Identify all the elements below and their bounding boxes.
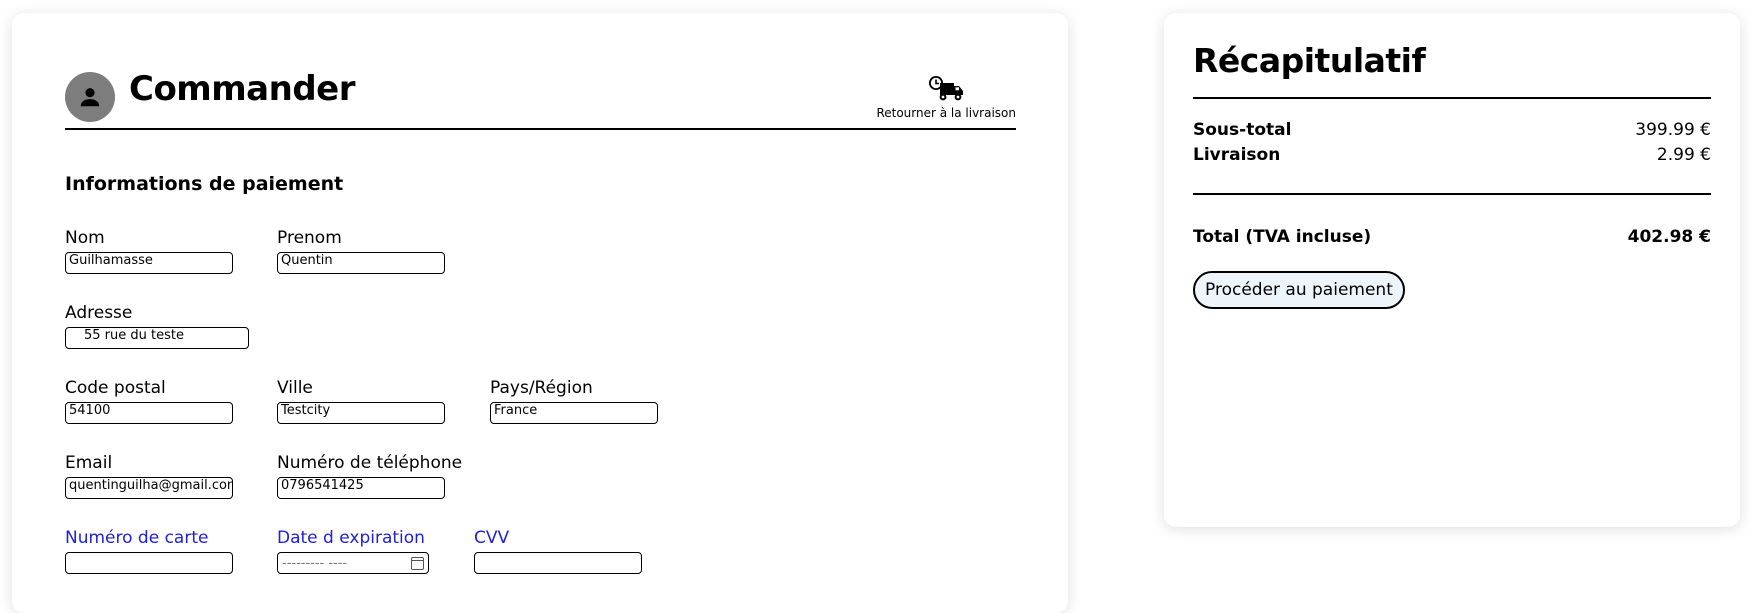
prenom-field: Prenom Quentin <box>277 228 445 274</box>
email-input[interactable]: quentinguilha@gmail.com <box>65 477 233 499</box>
carte-input[interactable] <box>65 552 233 574</box>
subtotal-value: 399.99 € <box>1635 120 1711 140</box>
ville-field: Ville Testcity <box>277 378 445 424</box>
pays-input[interactable]: France <box>490 402 658 424</box>
expiration-placeholder: --------- ---- <box>282 555 348 571</box>
total-row: Total (TVA incluse) 402.98 € <box>1193 227 1711 247</box>
summary-title: Récapitulatif <box>1193 41 1426 80</box>
expiration-input[interactable]: --------- ---- <box>277 552 429 574</box>
telephone-label: Numéro de téléphone <box>277 453 463 473</box>
carte-label: Numéro de carte <box>65 528 209 548</box>
code-postal-input[interactable]: 54100 <box>65 402 233 424</box>
carte-field: Numéro de carte <box>65 528 233 574</box>
total-label: Total (TVA incluse) <box>1193 227 1372 247</box>
pays-field: Pays/Région France <box>490 378 658 424</box>
subtotal-row: Sous-total 399.99 € <box>1193 120 1711 140</box>
adresse-field: Adresse 55 rue du teste <box>65 303 249 349</box>
summary-bottom-divider <box>1193 193 1711 195</box>
nom-input[interactable]: Guilhamasse <box>65 252 233 274</box>
back-to-delivery-link[interactable]: Retourner à la livraison <box>876 75 1016 120</box>
cvv-field: CVV <box>474 528 642 574</box>
proceed-to-payment-button[interactable]: Procéder au paiement <box>1193 271 1405 309</box>
avatar <box>65 72 115 122</box>
cvv-label: CVV <box>474 528 510 548</box>
page-title: Commander <box>129 69 355 109</box>
ville-label: Ville <box>277 378 313 398</box>
payment-section-title: Informations de paiement <box>65 173 344 195</box>
back-to-delivery-label: Retourner à la livraison <box>876 106 1016 120</box>
calendar-icon[interactable] <box>411 556 424 570</box>
prenom-label: Prenom <box>277 228 342 248</box>
nom-label: Nom <box>65 228 105 248</box>
code-postal-label: Code postal <box>65 378 166 398</box>
telephone-input[interactable]: 0796541425 <box>277 477 445 499</box>
pays-label: Pays/Région <box>490 378 593 398</box>
shipping-label: Livraison <box>1193 145 1281 165</box>
total-value: 402.98 € <box>1627 227 1711 247</box>
prenom-input[interactable]: Quentin <box>277 252 445 274</box>
subtotal-label: Sous-total <box>1193 120 1292 140</box>
nom-field: Nom Guilhamasse <box>65 228 233 274</box>
adresse-label: Adresse <box>65 303 133 323</box>
delivery-truck-clock-icon <box>929 76 964 101</box>
shipping-value: 2.99 € <box>1656 145 1711 165</box>
checkout-card: Commander Retourner à la livraison Infor… <box>12 13 1068 613</box>
expiration-field: Date d expiration --------- ---- <box>277 528 429 574</box>
code-postal-field: Code postal 54100 <box>65 378 233 424</box>
shipping-row: Livraison 2.99 € <box>1193 145 1711 165</box>
expiration-label: Date d expiration <box>277 528 425 548</box>
person-icon <box>80 88 100 107</box>
email-field: Email quentinguilha@gmail.com <box>65 453 233 499</box>
telephone-field: Numéro de téléphone 0796541425 <box>277 453 462 499</box>
summary-top-divider <box>1193 97 1711 99</box>
cvv-input[interactable] <box>474 552 642 574</box>
summary-card: Récapitulatif Sous-total 399.99 € Livrai… <box>1164 13 1740 527</box>
email-label: Email <box>65 453 113 473</box>
ville-input[interactable]: Testcity <box>277 402 445 424</box>
header-divider <box>65 128 1016 130</box>
adresse-input[interactable]: 55 rue du teste <box>65 327 249 349</box>
